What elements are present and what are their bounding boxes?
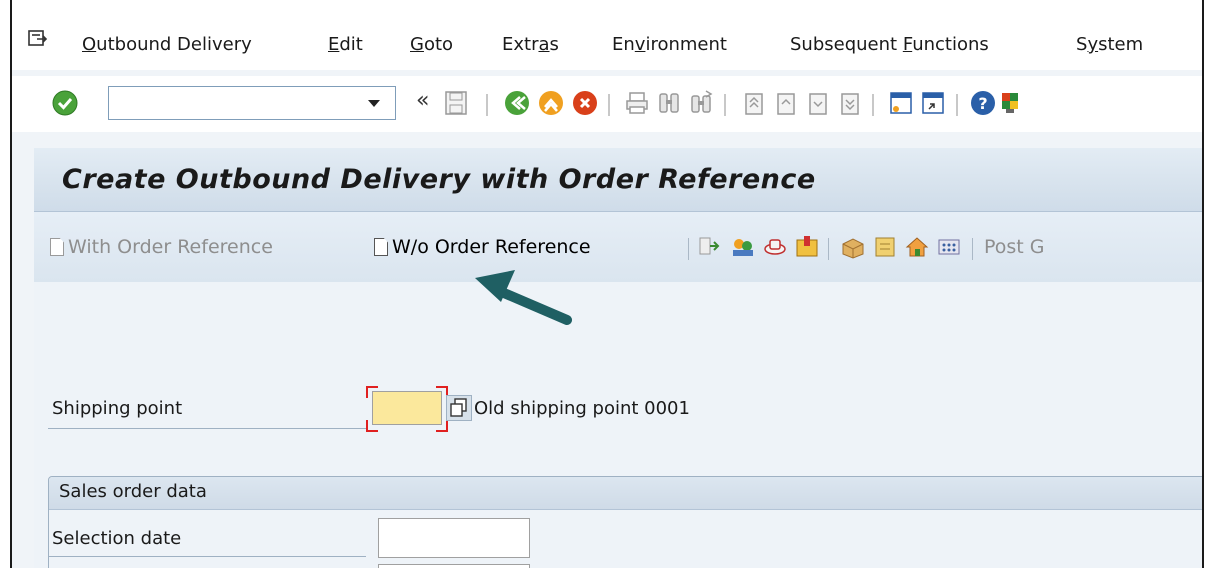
required-marker — [366, 386, 378, 398]
menu-edit[interactable]: Edit — [328, 34, 363, 55]
cancel-icon[interactable] — [572, 90, 598, 120]
menu-extras[interactable]: Extras — [502, 34, 559, 55]
last-page-icon[interactable] — [836, 90, 862, 120]
partner-icon[interactable] — [730, 234, 756, 264]
shipping-point-description: Old shipping point 0001 — [474, 398, 690, 419]
application-toolbar: With Order Reference W/o Order Reference — [34, 212, 1202, 282]
command-field-dropdown-icon[interactable] — [368, 100, 380, 107]
selection-date-label: Selection date — [52, 528, 182, 549]
next-field-input[interactable] — [378, 564, 530, 568]
find-icon[interactable] — [656, 90, 682, 120]
shipment-icon[interactable] — [904, 234, 930, 264]
value-help-icon[interactable] — [446, 395, 472, 421]
command-field[interactable] — [108, 86, 396, 120]
customize-layout-icon[interactable] — [1002, 90, 1018, 120]
shortcut-icon[interactable] — [920, 90, 946, 120]
svg-text:?: ? — [978, 94, 987, 113]
item-overview-icon[interactable] — [794, 234, 820, 264]
wo-order-reference-button[interactable]: W/o Order Reference — [374, 236, 591, 258]
group-title: Sales order data — [59, 481, 207, 502]
header-details-icon[interactable] — [762, 234, 788, 264]
help-icon[interactable]: ? — [970, 90, 996, 120]
sap-window: Outbound Delivery Edit Goto Extras Envir… — [10, 0, 1204, 568]
required-marker — [366, 420, 378, 432]
document-icon — [50, 238, 64, 256]
sales-order-data-group: Sales order data — [48, 476, 1202, 568]
shipping-point-input[interactable] — [372, 391, 442, 425]
menu-system[interactable]: System — [1076, 34, 1143, 55]
group-header: Sales order data — [49, 477, 1202, 510]
with-order-reference-button[interactable]: With Order Reference — [50, 236, 273, 258]
loading-icon[interactable] — [872, 234, 898, 264]
menu-goto[interactable]: Goto — [410, 34, 453, 55]
standard-toolbar: « ? — [12, 76, 1202, 132]
create-session-icon[interactable] — [888, 90, 914, 120]
grid-settings-icon[interactable] — [936, 234, 962, 264]
collapse-command-icon[interactable]: « — [416, 88, 429, 113]
shipping-point-label: Shipping point — [52, 398, 183, 419]
menu-toggle-icon[interactable] — [28, 30, 48, 52]
save-icon[interactable] — [444, 90, 468, 120]
exit-icon[interactable] — [538, 90, 564, 120]
find-next-icon[interactable] — [688, 90, 714, 120]
back-icon[interactable] — [504, 90, 530, 120]
pointer-arrow-icon — [475, 270, 572, 325]
document-icon — [374, 238, 388, 256]
first-page-icon[interactable] — [740, 90, 766, 120]
selection-date-input[interactable] — [378, 518, 530, 558]
previous-page-icon[interactable] — [772, 90, 798, 120]
print-icon[interactable] — [624, 90, 650, 120]
post-goods-issue-button[interactable]: Post G — [984, 236, 1045, 258]
next-page-icon[interactable] — [804, 90, 830, 120]
menu-outbound-delivery[interactable]: Outbound Delivery — [82, 34, 252, 55]
title-bar: Create Outbound Delivery with Order Refe… — [34, 148, 1202, 212]
page-title: Create Outbound Delivery with Order Refe… — [62, 164, 816, 195]
menu-bar: Outbound Delivery Edit Goto Extras Envir… — [12, 0, 1202, 70]
document-flow-icon[interactable] — [698, 234, 722, 264]
picking-icon[interactable] — [840, 234, 866, 264]
menu-subsequent-functions[interactable]: Subsequent Functions — [790, 34, 989, 55]
menu-environment[interactable]: Environment — [612, 34, 727, 55]
enter-check-icon[interactable] — [52, 90, 78, 120]
